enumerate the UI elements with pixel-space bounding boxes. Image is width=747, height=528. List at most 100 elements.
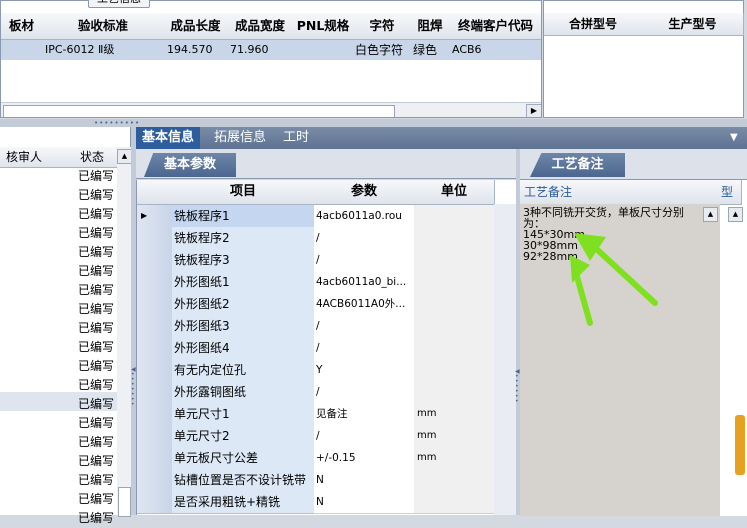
col-header-type[interactable]: 型 xyxy=(717,180,742,205)
list-item[interactable]: 已编写 xyxy=(78,338,118,357)
list-item[interactable]: 已编写 xyxy=(78,167,118,186)
list-item[interactable]: 已编写 xyxy=(78,376,118,395)
param-unit-cell[interactable] xyxy=(414,315,498,338)
scroll-up-icon[interactable]: ▲ xyxy=(117,149,132,164)
tab-basic-info[interactable]: 基本信息 xyxy=(136,127,201,149)
process-info-button[interactable]: 工艺信息 xyxy=(88,0,150,8)
col-header-item[interactable]: 项目 xyxy=(172,180,315,205)
param-item-cell[interactable]: 外形图纸3 xyxy=(172,315,317,338)
col-header-production-model[interactable]: 生产型号 xyxy=(642,13,744,36)
param-item-cell[interactable]: 是否采用粗铣+精铣 xyxy=(172,491,317,514)
row-indicator[interactable] xyxy=(137,469,173,492)
list-item[interactable]: 已编写 xyxy=(78,433,118,452)
param-item-cell[interactable]: 单元尺寸2 xyxy=(172,425,317,448)
scroll-thumb[interactable] xyxy=(118,487,131,517)
param-unit-cell[interactable] xyxy=(414,337,498,360)
row-indicator[interactable] xyxy=(137,425,173,448)
col-header-customer[interactable]: 终端客户代码 xyxy=(449,13,541,40)
list-item[interactable]: 已编写 xyxy=(78,357,118,376)
scroll-right-icon[interactable]: ▶ xyxy=(526,104,541,117)
list-item[interactable]: 已编写 xyxy=(78,300,118,319)
param-unit-cell[interactable] xyxy=(414,469,498,492)
tab-work-hours[interactable]: 工时 xyxy=(277,127,315,149)
tab-basic-params[interactable]: 基本参数 xyxy=(144,153,236,177)
param-unit-cell[interactable] xyxy=(414,381,498,404)
param-item-cell[interactable]: 外形图纸2 xyxy=(172,293,317,316)
param-value-cell[interactable]: 4acb6011a0_bi... xyxy=(314,271,417,294)
param-unit-cell[interactable] xyxy=(414,359,498,382)
param-item-cell[interactable]: 铣板程序3 xyxy=(172,249,317,272)
row-indicator[interactable] xyxy=(137,381,173,404)
param-value-cell[interactable]: 见备注 xyxy=(314,403,417,426)
list-item[interactable]: 已编写 xyxy=(78,319,118,338)
scroll-thumb[interactable] xyxy=(735,415,745,475)
row-indicator[interactable] xyxy=(137,491,173,514)
row-indicator[interactable] xyxy=(137,249,173,272)
col-header-unit[interactable]: 单位 xyxy=(414,180,495,205)
col-header-param[interactable]: 参数 xyxy=(314,180,415,205)
row-indicator[interactable] xyxy=(137,227,173,250)
row-indicator[interactable] xyxy=(137,403,173,426)
param-unit-cell[interactable] xyxy=(414,271,498,294)
param-unit-cell[interactable]: mm xyxy=(414,425,498,448)
horizontal-scrollbar[interactable]: ▶ xyxy=(1,102,541,117)
param-unit-cell[interactable] xyxy=(414,227,498,250)
list-item[interactable]: 已编写 xyxy=(78,186,118,205)
param-value-cell[interactable]: N xyxy=(314,469,417,492)
param-unit-cell[interactable]: mm xyxy=(414,447,498,470)
param-value-cell[interactable]: / xyxy=(314,249,417,272)
col-header-reviewer[interactable]: 核审人 xyxy=(0,147,81,168)
list-item[interactable]: 已编写 xyxy=(78,414,118,433)
param-value-cell[interactable]: Y xyxy=(314,359,417,382)
col-header-merge-model[interactable]: 合拼型号 xyxy=(544,13,643,36)
param-value-cell[interactable]: / xyxy=(314,315,417,338)
row-indicator[interactable] xyxy=(137,447,173,470)
param-item-cell[interactable]: 外形图纸4 xyxy=(172,337,317,360)
tab-extended-info[interactable]: 拓展信息 xyxy=(208,127,272,149)
param-item-cell[interactable]: 铣板程序2 xyxy=(172,227,317,250)
list-item[interactable]: 已编写 xyxy=(78,262,118,281)
param-value-cell[interactable]: / xyxy=(314,425,417,448)
col-header-char[interactable]: 字符 xyxy=(353,13,412,40)
row-indicator[interactable] xyxy=(137,271,173,294)
tab-process-notes[interactable]: 工艺备注 xyxy=(530,153,625,177)
col-header-width[interactable]: 成品宽度 xyxy=(227,13,294,40)
param-item-cell[interactable]: 单元板尺寸公差 xyxy=(172,447,317,470)
list-item[interactable]: 已编写 xyxy=(78,490,118,509)
vertical-scrollbar[interactable]: ▲ xyxy=(117,147,132,517)
col-header-board[interactable]: 板材 xyxy=(1,13,43,40)
param-item-cell[interactable]: 外形图纸1 xyxy=(172,271,317,294)
dropdown-arrow-icon[interactable]: ▼ xyxy=(724,127,744,149)
list-item[interactable]: 已编写 xyxy=(78,471,118,490)
param-item-cell[interactable]: 外形露铜图纸 xyxy=(172,381,317,404)
param-value-cell[interactable]: +/-0.15 xyxy=(314,447,417,470)
col-header-pnl[interactable]: PNL规格 xyxy=(293,13,354,40)
row-indicator[interactable] xyxy=(137,293,173,316)
col-header-mask[interactable]: 阻焊 xyxy=(411,13,450,40)
scroll-up-icon[interactable]: ▲ xyxy=(703,207,718,222)
row-indicator[interactable] xyxy=(137,315,173,338)
param-value-cell[interactable]: / xyxy=(314,381,417,404)
param-item-cell[interactable]: 钻槽位置是否不设计铣带 xyxy=(172,469,317,492)
params-vertical-scrollbar[interactable] xyxy=(494,204,516,515)
param-value-cell[interactable]: / xyxy=(314,337,417,360)
col-header-length[interactable]: 成品长度 xyxy=(164,13,228,40)
param-unit-cell[interactable] xyxy=(414,491,498,514)
row-indicator[interactable] xyxy=(137,337,173,360)
list-item[interactable]: 已编写 xyxy=(78,509,118,528)
param-unit-cell[interactable] xyxy=(414,249,498,272)
horizontal-splitter[interactable]: ••••••••• xyxy=(0,119,747,127)
row-indicator[interactable]: ▶ xyxy=(137,205,173,228)
list-item[interactable]: 已编写 xyxy=(78,224,118,243)
param-item-cell[interactable]: 有无内定位孔 xyxy=(172,359,317,382)
param-item-cell[interactable]: 单元尺寸1 xyxy=(172,403,317,426)
param-value-cell[interactable]: / xyxy=(314,227,417,250)
param-value-cell[interactable]: N xyxy=(314,491,417,514)
scroll-up-icon[interactable]: ▲ xyxy=(728,207,743,222)
param-item-cell[interactable]: 铣板程序1 xyxy=(172,205,317,228)
col-header-process-note[interactable]: 工艺备注 xyxy=(520,180,722,205)
list-item[interactable]: 已编写 xyxy=(78,243,118,262)
param-unit-cell[interactable] xyxy=(414,293,498,316)
row-indicator[interactable] xyxy=(137,359,173,382)
list-item[interactable]: 已编写 xyxy=(78,395,118,414)
